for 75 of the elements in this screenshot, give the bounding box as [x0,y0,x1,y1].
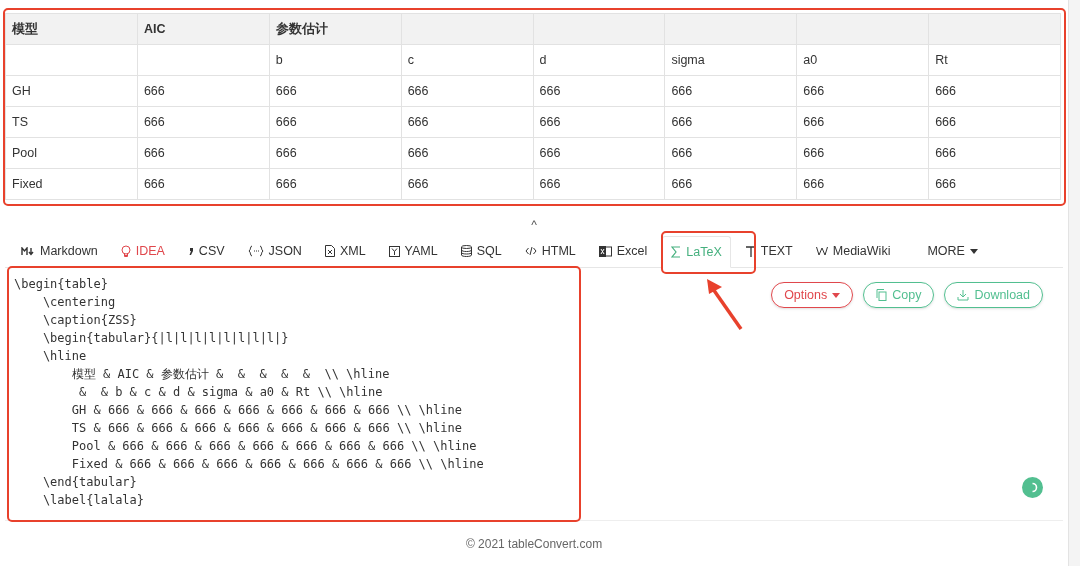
table-cell: 666 [935,176,956,191]
table-cell: 666 [143,83,165,98]
table-cell: 666 [935,83,956,98]
format-tab[interactable]: YAML [380,235,446,267]
table-cell: b [275,52,283,67]
table-cell: 666 [407,83,429,98]
table-cell: 666 [803,145,825,160]
format-tab[interactable]: HTML [516,235,584,267]
column-header: 模型 [12,21,38,36]
format-tab[interactable]: TEXT [737,235,801,267]
table-cell: 666 [671,83,693,98]
format-tab[interactable]: IDEA [112,235,173,267]
annotation-arrow [704,277,744,331]
collapse-toggle[interactable]: ^ [527,219,541,231]
table-cell: 666 [935,145,956,160]
braces-icon [247,245,264,257]
format-tab[interactable]: Excel [590,235,656,267]
table-cell: d [539,52,547,67]
column-header: AIC [143,21,166,36]
footer-text: © 2021 tableConvert.com [465,536,603,553]
comma-icon [187,246,194,256]
table-cell: 666 [539,114,561,129]
code-output: \begin{table} \centering \caption{ZSS} \begin{tabular}{|l|l|l|l|l|l|l|l|} \hline 模型 & AIC & 参数估计 & & & & & \\ \hline & & b & c & d & sigma & a0 & Rt \\ \hline GH & 666 & 666 & 666 & 666 & 666 & 666 & 666 \\ \hline TS & 666 & 666 & 666 & 666 & 666 & 666 & 666 \\ \hline Pool & 666 & 666 & 666 & 666 & 666 & 666 & 666 \\ \hline Fixed & 666 & 666 & 666 & 666 & 666 & 666 & 666 \\ \hline \end{tabular} \label{lalala} [14,276,485,509]
document-icon [324,245,335,257]
table-cell: 666 [803,83,825,98]
table-cell: 666 [803,114,825,129]
format-tab[interactable]: MediaWiki [807,235,899,267]
table-cell: 666 [407,114,429,129]
wiki-icon [815,246,828,256]
table-cell: 666 [539,176,561,191]
table-cell: 666 [143,176,165,191]
sigma-icon [671,246,682,258]
format-tab[interactable]: SQL [452,235,510,267]
table-cell: Rt [935,52,948,67]
markdown-icon [21,246,35,256]
table-cell: Pool [12,145,38,160]
format-tab[interactable]: XML [316,235,374,267]
format-tab[interactable]: CSV [179,235,233,267]
copy-icon [876,289,888,301]
table-cell: 666 [143,145,165,160]
table-cell: GH [12,83,31,98]
table-cell: 666 [275,176,297,191]
scrollbar[interactable] [1068,0,1080,566]
column-header: 参数估计 [275,21,328,36]
table-cell: 666 [671,176,693,191]
table-cell: sigma [671,52,705,67]
text-icon [745,245,756,257]
code-icon [524,246,537,256]
spreadsheet-icon [598,245,612,257]
table-cell: TS [12,114,28,129]
caret-icon [969,248,978,254]
format-tab[interactable]: JSON [239,235,310,267]
table-cell: 666 [803,176,825,191]
table-cell: 666 [539,83,561,98]
table-cell: 666 [407,145,429,160]
loading-spinner-icon [1022,477,1043,498]
square-letter-icon [388,245,400,257]
table-cell: 666 [275,114,297,129]
table-cell: a0 [803,52,818,67]
lightbulb-icon [120,244,131,258]
more-menu-button[interactable]: MORE [919,235,986,267]
table-cell: 666 [275,83,297,98]
table-cell: 666 [539,145,561,160]
table-cell: Fixed [12,176,43,191]
table-cell: 666 [143,114,165,129]
table-cell: 666 [407,176,429,191]
table-cell: c [407,52,414,67]
table-cell: 666 [671,114,693,129]
database-icon [460,245,472,257]
download-icon [957,289,970,301]
format-tab[interactable]: Markdown [13,235,106,267]
table-cell: 666 [935,114,956,129]
caret-icon [832,292,841,298]
table-cell: 666 [275,145,297,160]
table-cell: 666 [671,145,693,160]
